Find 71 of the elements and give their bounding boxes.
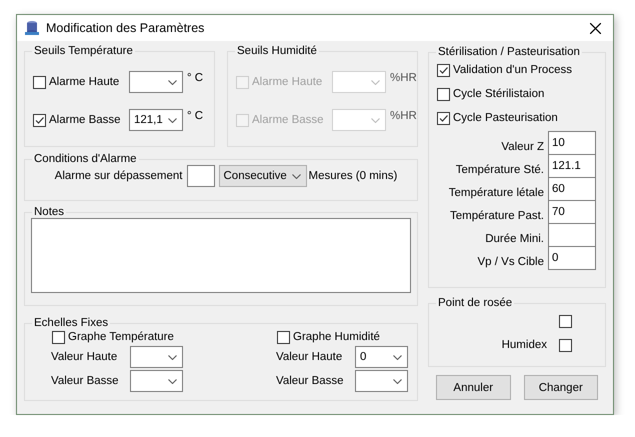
- checkbox[interactable]: [559, 314, 572, 328]
- dropdown[interactable]: 121,1: [129, 109, 183, 131]
- checkbox-label: Validation d'un Process: [453, 64, 572, 76]
- dropdown[interactable]: [130, 346, 183, 368]
- field-label: Mesures (0 mins): [308, 170, 398, 182]
- chevron-icon: [371, 80, 380, 84]
- checkbox-label: Graphe Température: [68, 331, 174, 343]
- field-label: Valeur Basse: [51, 375, 120, 387]
- dropdown[interactable]: [129, 71, 183, 93]
- unit-label: ° C: [187, 110, 204, 122]
- group-title: Notes: [33, 206, 66, 218]
- group-title: Seuils Humidité: [236, 45, 318, 57]
- chevron-icon: [393, 354, 402, 360]
- checkbox-label: Cycle Pasteurisation: [453, 112, 558, 124]
- close-icon[interactable]: [590, 22, 601, 34]
- checkbox-label: Graphe Humidité: [293, 331, 380, 343]
- dropdown[interactable]: 0: [355, 346, 408, 368]
- input-field[interactable]: 121.1: [548, 154, 596, 178]
- checkbox-label: Alarme Haute: [49, 76, 120, 88]
- input-field[interactable]: 0: [548, 246, 596, 270]
- chevron-icon: [168, 80, 177, 84]
- chevron-icon: [168, 118, 177, 122]
- group-title: Point de rosée: [437, 297, 514, 309]
- input-field[interactable]: 10: [548, 131, 596, 155]
- chevron-icon: [168, 378, 177, 384]
- checkbox[interactable]: [437, 88, 450, 100]
- dropdown[interactable]: [355, 370, 408, 392]
- group-title: Echelles Fixes: [33, 317, 110, 329]
- field-label: Valeur Haute: [276, 351, 344, 363]
- checkbox-label: Alarme Haute: [252, 76, 324, 88]
- checkbox[interactable]: [33, 76, 46, 88]
- checkbox[interactable]: [437, 64, 450, 76]
- chevron-icon: [371, 118, 380, 122]
- database-icon: [24, 20, 40, 36]
- notes-field[interactable]: [31, 218, 411, 293]
- checkbox-label: Alarme Basse: [49, 114, 122, 126]
- field-label: Valeur Basse: [276, 375, 345, 387]
- group-title: Stérilisation / Pasteurisation: [437, 46, 581, 58]
- unit-label: ° C: [187, 72, 204, 84]
- unit-label: %HR: [390, 72, 417, 84]
- field-label: Valeur Haute: [51, 351, 118, 363]
- field-label: Alarme sur dépassement: [54, 170, 182, 182]
- checkbox[interactable]: [52, 330, 65, 344]
- field-label: Température Past.: [450, 208, 544, 222]
- group-title: Conditions d'Alarme: [33, 153, 138, 165]
- field-label: Température Sté.: [456, 162, 544, 176]
- checkbox[interactable]: [437, 112, 450, 124]
- dropdown[interactable]: Consecutive: [218, 165, 306, 187]
- unit-label: %HR: [390, 110, 417, 122]
- field-label: Vp / Vs Cible: [478, 254, 544, 268]
- field-label: Température létale: [448, 186, 544, 198]
- input-field[interactable]: [186, 165, 214, 187]
- field-label: Valeur Z: [501, 140, 544, 152]
- chevron-icon: [292, 174, 300, 178]
- group-title: Seuils Température: [33, 45, 134, 57]
- checkbox-label: Humidex: [502, 339, 547, 351]
- chevron-icon: [393, 378, 402, 384]
- window-title: Modification des Paramètres: [46, 21, 206, 35]
- dialog-button[interactable]: Annuler: [436, 375, 510, 400]
- field-label: Durée Mini.: [485, 232, 544, 244]
- checkbox-label: Alarme Basse: [252, 114, 325, 126]
- chevron-icon: [168, 354, 177, 360]
- input-field[interactable]: 70: [548, 200, 596, 224]
- checkbox-label: Cycle Stérilistaion: [453, 88, 544, 100]
- dialog-button[interactable]: Changer: [524, 375, 598, 400]
- input-field[interactable]: 60: [548, 177, 596, 201]
- checkbox[interactable]: [33, 114, 46, 126]
- checkbox[interactable]: [559, 338, 572, 352]
- checkbox[interactable]: [277, 330, 290, 344]
- dropdown[interactable]: [130, 370, 183, 392]
- input-field[interactable]: [548, 223, 596, 247]
